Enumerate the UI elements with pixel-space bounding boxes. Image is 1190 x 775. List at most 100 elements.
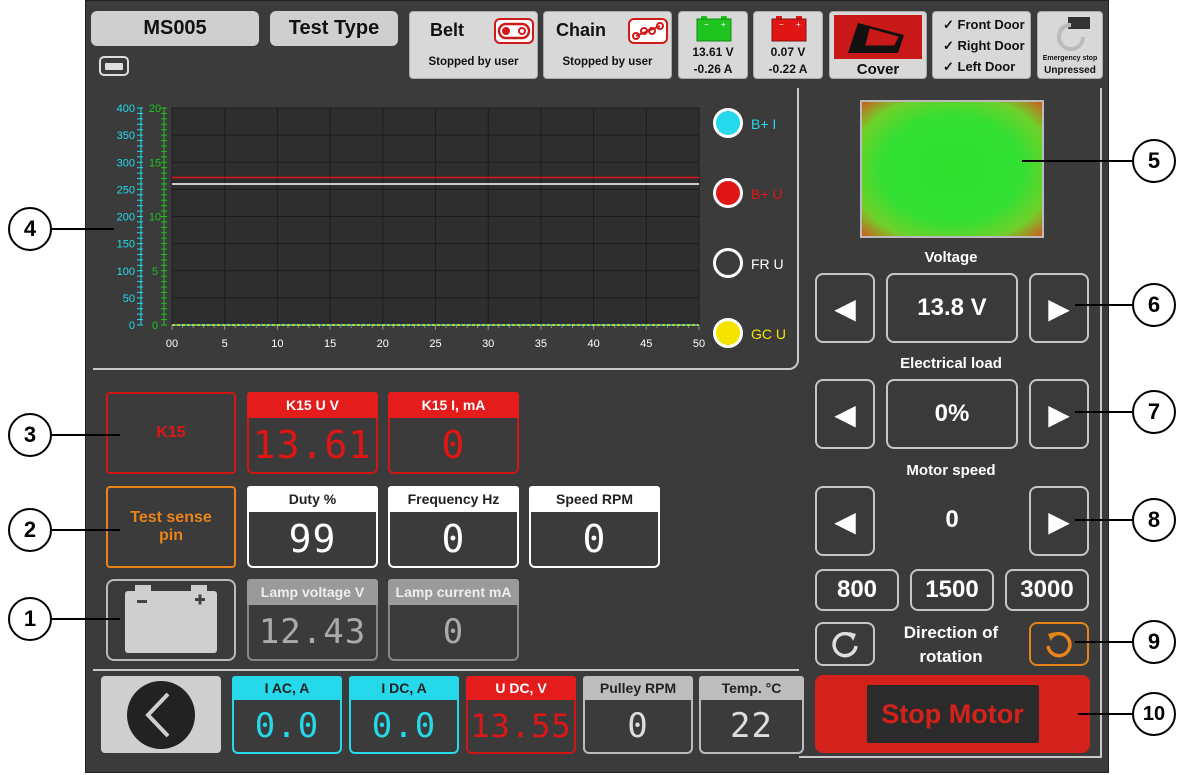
callout-1-line <box>52 618 120 620</box>
callout-1: 1 <box>8 597 52 641</box>
callout-3-line <box>52 434 120 436</box>
callout-6: 6 <box>1132 283 1176 327</box>
electrical-load-label: Electrical load <box>900 355 1002 372</box>
test-sense-pin-button[interactable]: Test sense pin <box>106 486 236 568</box>
app-window: MS005 Test Type Belt Stopped by user Cha… <box>85 0 1109 773</box>
back-arrow-icon <box>127 680 195 749</box>
speed-decrease-button[interactable]: ◀ <box>815 486 875 556</box>
lamp-voltage-value: 12.43 <box>247 605 378 661</box>
callout-10-line <box>1078 713 1132 715</box>
callout-8: 8 <box>1132 498 1176 542</box>
test-sense-label-line-2: pin <box>159 527 183 544</box>
preset-1500-button[interactable]: 1500 <box>910 569 994 611</box>
u-dc-header: U DC, V <box>466 676 576 700</box>
battery-red-icon: − + <box>771 16 807 47</box>
callout-2-line <box>52 529 120 531</box>
y-left-tick-label: 50 <box>123 293 135 305</box>
test-type-button[interactable]: Test Type <box>270 11 398 46</box>
load-decrease-button[interactable]: ◀ <box>815 379 875 449</box>
x-tick-label: 10 <box>271 338 283 350</box>
battery-red-voltage: 0.07 V <box>770 45 806 59</box>
legend-b-plus-i-marker[interactable] <box>713 108 743 138</box>
k15-current-meter: K15 I, mA 0 <box>388 392 519 474</box>
y-left-tick-label: 150 <box>117 239 135 251</box>
duty-value: 99 <box>247 512 378 568</box>
device-id-label: MS005 <box>91 11 259 46</box>
frequency-header: Frequency Hz <box>388 486 519 512</box>
voltage-label: Voltage <box>924 249 978 266</box>
y-left-tick-label: 200 <box>117 212 135 224</box>
line-chart: 00 5 10 15 20 25 30 35 40 45 504003503002502001501… <box>117 103 705 350</box>
belt-tile[interactable]: Belt Stopped by user <box>409 11 538 79</box>
callout-7: 7 <box>1132 390 1176 434</box>
load-increase-button[interactable]: ▶ <box>1029 379 1089 449</box>
battery-red-tile: − + 0.07 V -0.22 A <box>753 11 823 79</box>
rotate-counterclockwise-button[interactable] <box>1029 622 1089 666</box>
k15-button[interactable]: K15 <box>106 392 236 474</box>
chart-panel: 00 5 10 15 20 25 30 35 40 45 50 400 350 300 250 200 150 1… <box>93 88 799 370</box>
preset-800-button[interactable]: 800 <box>815 569 899 611</box>
rotate-counterclockwise-icon <box>1046 631 1072 658</box>
voltage-decrease-button[interactable]: ◀ <box>815 273 875 343</box>
cover-tile[interactable]: Cover <box>829 11 927 79</box>
back-button[interactable] <box>101 676 221 753</box>
battery-button[interactable] <box>106 579 236 661</box>
speed-rpm-meter: Speed RPM 0 <box>529 486 660 568</box>
svg-text:−: − <box>704 20 709 29</box>
duty-meter: Duty % 99 <box>247 486 378 568</box>
frequency-meter: Frequency Hz 0 <box>388 486 519 568</box>
battery-green-tile: − + 13.61 V -0.26 A <box>678 11 748 79</box>
voltage-increase-button[interactable]: ▶ <box>1029 273 1089 343</box>
y-right-tick-label: 15 <box>149 157 161 169</box>
speed-rpm-header: Speed RPM <box>529 486 660 512</box>
k15-label: K15 <box>156 424 186 441</box>
i-dc-meter: I DC, A 0.0 <box>349 676 459 754</box>
doors-tile: ✓ Front Door ✓ Right Door ✓ Left Door <box>932 11 1031 79</box>
callout-4: 4 <box>8 207 52 251</box>
door-front: ✓ Front Door <box>943 17 1025 32</box>
y-left-tick-label: 0 <box>129 320 135 332</box>
u-dc-meter: U DC, V 13.55 <box>466 676 576 754</box>
door-left: ✓ Left Door <box>943 59 1016 74</box>
chain-icon <box>628 18 668 49</box>
preset-3000-button[interactable]: 3000 <box>1005 569 1089 611</box>
callout-5-line <box>1022 160 1132 162</box>
duty-header: Duty % <box>247 486 378 512</box>
legend-b-plus-u-marker[interactable] <box>713 178 743 208</box>
x-tick-label: 50 <box>693 338 705 350</box>
y-right-tick-label: 5 <box>152 266 158 278</box>
k15-current-header: K15 I, mA <box>388 392 519 418</box>
legend-b-plus-i-label: B+ I <box>751 116 777 132</box>
speed-increase-button[interactable]: ▶ <box>1029 486 1089 556</box>
y-left-tick-label: 400 <box>117 103 135 115</box>
stop-motor-button[interactable]: Stop Motor <box>815 675 1090 753</box>
k15-voltage-value: 13.61 <box>247 418 378 474</box>
speed-rpm-value: 0 <box>529 512 660 568</box>
i-dc-header: I DC, A <box>349 676 459 700</box>
legend-fr-u-marker[interactable] <box>713 248 743 278</box>
temperature-meter: Temp. °C 22 <box>699 676 804 754</box>
rotate-clockwise-button[interactable] <box>815 622 875 666</box>
k15-voltage-meter: K15 U V 13.61 <box>247 392 378 474</box>
temperature-header: Temp. °C <box>699 676 804 700</box>
legend-gc-u-marker[interactable] <box>713 318 743 348</box>
x-tick-label: 15 <box>324 338 336 350</box>
gearbox-temperature-heatmap <box>860 100 1044 238</box>
direction-label-line-1: Direction of <box>903 623 999 642</box>
motor-speed-label: Motor speed <box>906 462 996 479</box>
cover-label: Cover <box>856 61 900 78</box>
door-right: ✓ Right Door <box>943 38 1025 53</box>
lamp-voltage-meter: Lamp voltage V 12.43 <box>247 579 378 661</box>
pulley-rpm-header: Pulley RPM <box>583 676 693 700</box>
pulley-rpm-meter: Pulley RPM 0 <box>583 676 693 754</box>
battery-green-icon: − + <box>696 16 732 47</box>
i-ac-meter: I AC, A 0.0 <box>232 676 342 754</box>
keyboard-icon[interactable] <box>99 56 129 76</box>
battery-green-voltage: 13.61 V <box>692 45 734 59</box>
stop-motor-label: Stop Motor <box>866 685 1039 743</box>
y-right-tick-label: 10 <box>149 212 161 224</box>
chain-tile[interactable]: Chain Stopped by user <box>543 11 672 79</box>
callout-9-line <box>1075 641 1132 643</box>
callout-7-line <box>1075 411 1132 413</box>
callout-3: 3 <box>8 413 52 457</box>
